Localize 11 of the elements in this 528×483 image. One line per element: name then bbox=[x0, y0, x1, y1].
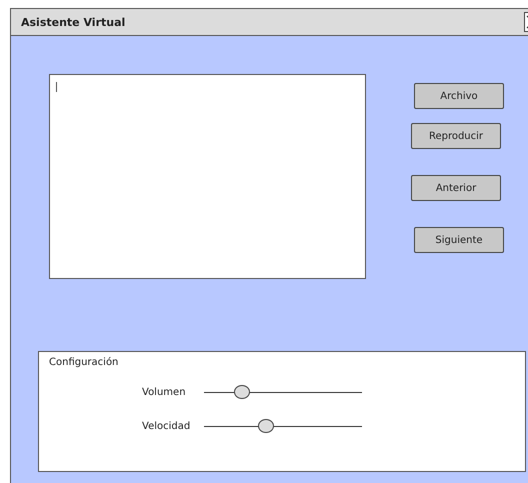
action-button[interactable]: Archivo bbox=[414, 83, 504, 109]
panel-title: Configuración bbox=[49, 357, 120, 368]
slider-label: Volumen bbox=[142, 386, 187, 398]
slider-thumb[interactable] bbox=[258, 419, 274, 433]
slider-thumb[interactable] bbox=[234, 385, 250, 399]
text-cursor-icon bbox=[56, 82, 57, 92]
action-button[interactable]: Siguiente bbox=[414, 227, 504, 253]
slider-label: Velocidad bbox=[142, 420, 192, 432]
window-title: Asistente Virtual bbox=[21, 16, 126, 28]
action-button[interactable]: Reproducir bbox=[411, 123, 501, 149]
action-button[interactable]: Anterior bbox=[411, 175, 501, 201]
